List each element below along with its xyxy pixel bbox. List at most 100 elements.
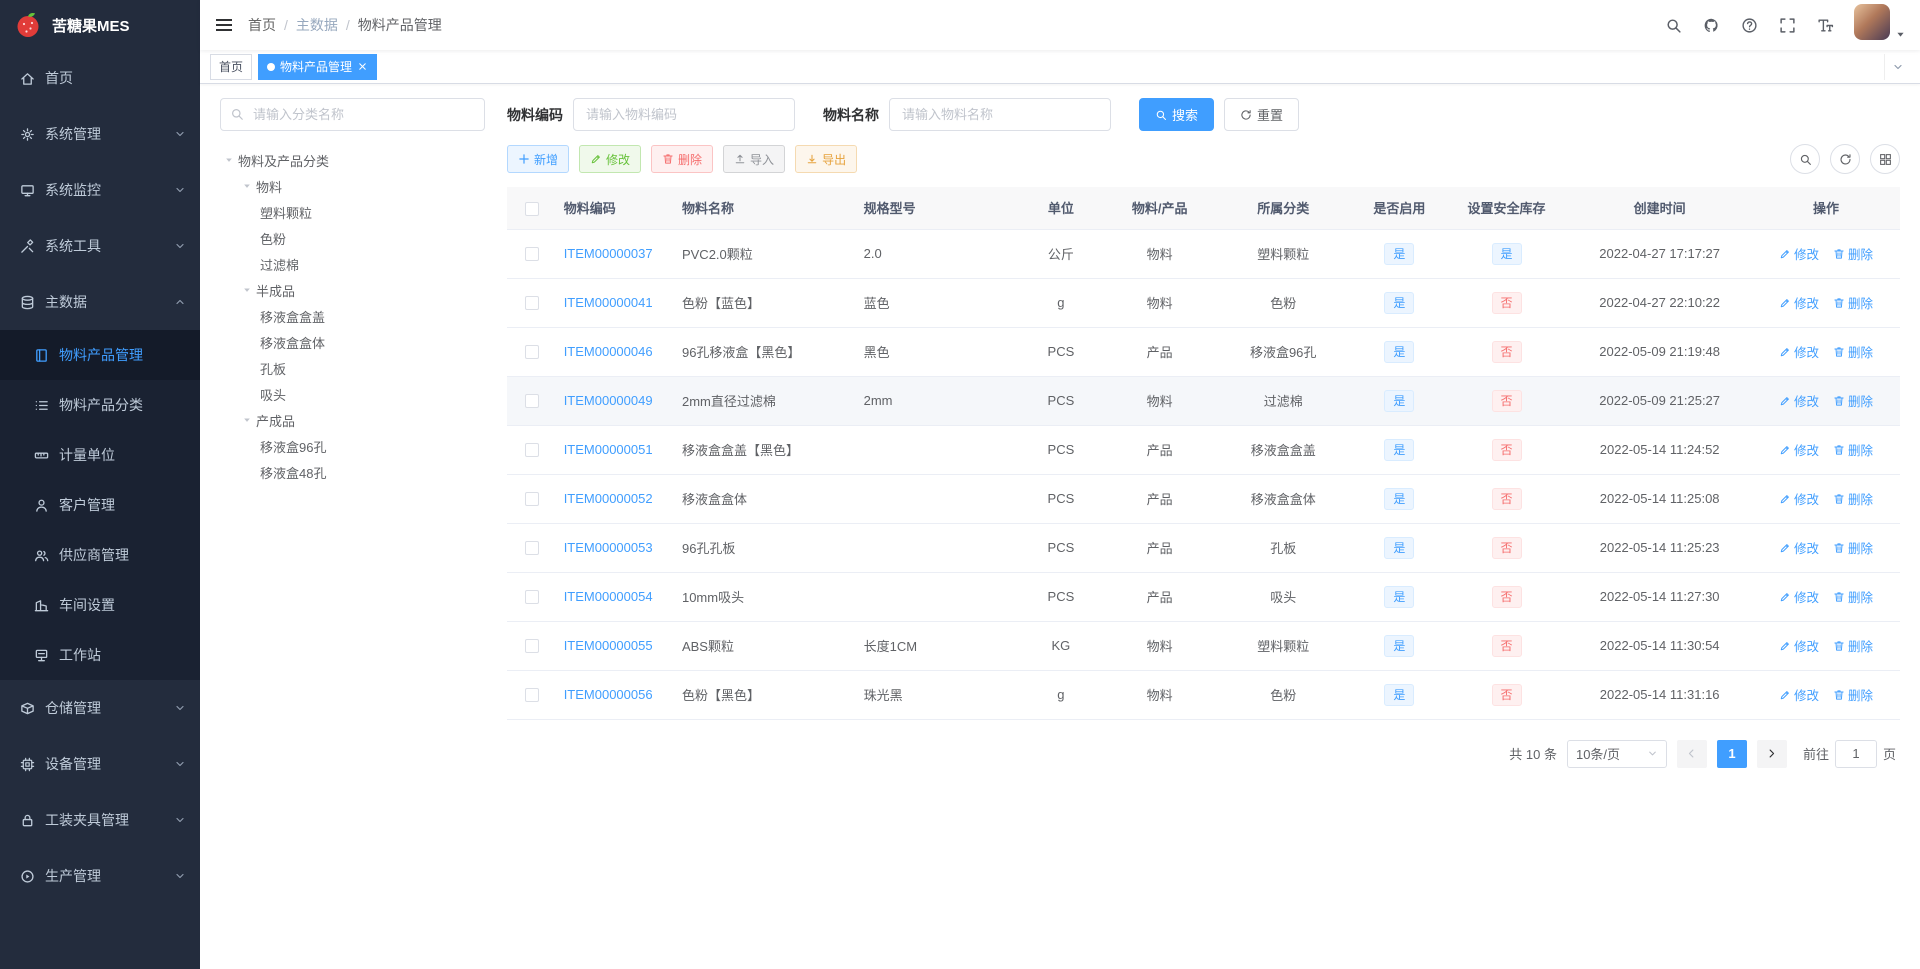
sidebar-item-warehouse[interactable]: 仓储管理: [0, 680, 200, 736]
row-checkbox[interactable]: [525, 443, 540, 458]
row-delete-button[interactable]: 删除: [1833, 342, 1873, 361]
tree-node[interactable]: 移液盒96孔: [220, 433, 485, 459]
sidebar-item-tools[interactable]: 系统工具: [0, 218, 200, 274]
sidebar-item-system[interactable]: 系统管理: [0, 106, 200, 162]
material-code-link[interactable]: ITEM00000052: [564, 491, 653, 506]
row-edit-button[interactable]: 修改: [1779, 636, 1819, 655]
material-code-link[interactable]: ITEM00000053: [564, 540, 653, 555]
row-edit-button[interactable]: 修改: [1779, 587, 1819, 606]
sidebar-item-unit[interactable]: 计量单位: [0, 430, 200, 480]
select-all-checkbox[interactable]: [525, 201, 540, 216]
row-edit-button[interactable]: 修改: [1779, 489, 1819, 508]
tree-expand-toggle[interactable]: [222, 153, 236, 167]
sidebar-item-home[interactable]: 首页: [0, 50, 200, 106]
tree-node[interactable]: 吸头: [220, 381, 485, 407]
tree-expand-toggle[interactable]: [240, 413, 254, 427]
tree-node[interactable]: 塑料颗粒: [220, 199, 485, 225]
row-edit-button[interactable]: 修改: [1779, 244, 1819, 263]
prev-page-button[interactable]: [1676, 739, 1707, 768]
tab-home[interactable]: 首页: [210, 53, 253, 80]
navbar-help-button[interactable]: [1730, 0, 1768, 50]
row-delete-button[interactable]: 删除: [1833, 489, 1873, 508]
sidebar-item-material-product[interactable]: 物料产品管理: [0, 330, 200, 380]
page-size-select[interactable]: 10条/页: [1566, 739, 1667, 768]
row-checkbox[interactable]: [525, 247, 540, 262]
row-delete-button[interactable]: 删除: [1833, 636, 1873, 655]
tree-node[interactable]: 孔板: [220, 355, 485, 381]
material-code-link[interactable]: ITEM00000055: [564, 638, 653, 653]
refresh-button[interactable]: [1830, 144, 1860, 174]
tree-node[interactable]: 物料及产品分类: [220, 147, 485, 173]
page-number-button[interactable]: 1: [1716, 739, 1747, 768]
sidebar-item-workshop[interactable]: 车间设置: [0, 580, 200, 630]
breadcrumb-item[interactable]: 首页: [248, 15, 276, 35]
add-button[interactable]: 新增: [507, 145, 570, 173]
tree-node[interactable]: 物料: [220, 173, 485, 199]
sidebar-item-customer[interactable]: 客户管理: [0, 480, 200, 530]
delete-button[interactable]: 删除: [651, 145, 714, 173]
navbar-github-button[interactable]: [1692, 0, 1730, 50]
sidebar-item-workstation[interactable]: 工作站: [0, 630, 200, 680]
material-name-input[interactable]: [889, 98, 1111, 131]
material-code-link[interactable]: ITEM00000054: [564, 589, 653, 604]
sidebar-item-supplier[interactable]: 供应商管理: [0, 530, 200, 580]
row-delete-button[interactable]: 删除: [1833, 587, 1873, 606]
material-code-link[interactable]: ITEM00000056: [564, 687, 653, 702]
row-edit-button[interactable]: 修改: [1779, 342, 1819, 361]
row-delete-button[interactable]: 删除: [1833, 244, 1873, 263]
tree-node[interactable]: 移液盒48孔: [220, 459, 485, 485]
sidebar-item-material-category[interactable]: 物料产品分类: [0, 380, 200, 430]
sidebar-item-production[interactable]: 生产管理: [0, 848, 200, 904]
import-button[interactable]: 导入: [723, 145, 786, 173]
row-edit-button[interactable]: 修改: [1779, 440, 1819, 459]
reset-button[interactable]: 重置: [1224, 98, 1300, 131]
row-checkbox[interactable]: [525, 394, 540, 409]
row-edit-button[interactable]: 修改: [1779, 391, 1819, 410]
row-delete-button[interactable]: 删除: [1833, 685, 1873, 704]
row-checkbox[interactable]: [525, 541, 540, 556]
row-delete-button[interactable]: 删除: [1833, 391, 1873, 410]
sidebar-item-monitor[interactable]: 系统监控: [0, 162, 200, 218]
row-delete-button[interactable]: 删除: [1833, 293, 1873, 312]
user-menu[interactable]: [1854, 4, 1906, 46]
avatar[interactable]: [1854, 4, 1890, 40]
tree-expand-toggle[interactable]: [240, 283, 254, 297]
material-code-link[interactable]: ITEM00000046: [564, 344, 653, 359]
next-page-button[interactable]: [1756, 739, 1787, 768]
tree-node[interactable]: 色粉: [220, 225, 485, 251]
sidebar-toggle-button[interactable]: [200, 0, 248, 50]
material-code-link[interactable]: ITEM00000051: [564, 442, 653, 457]
tree-node[interactable]: 半成品: [220, 277, 485, 303]
navbar-search-button[interactable]: [1654, 0, 1692, 50]
material-code-link[interactable]: ITEM00000049: [564, 393, 653, 408]
row-checkbox[interactable]: [525, 296, 540, 311]
row-checkbox[interactable]: [525, 639, 540, 654]
row-edit-button[interactable]: 修改: [1779, 293, 1819, 312]
row-checkbox[interactable]: [525, 688, 540, 703]
row-delete-button[interactable]: 删除: [1833, 440, 1873, 459]
row-checkbox[interactable]: [525, 345, 540, 360]
tree-node[interactable]: 过滤棉: [220, 251, 485, 277]
tree-node[interactable]: 移液盒盒体: [220, 329, 485, 355]
material-code-input[interactable]: [573, 98, 795, 131]
edit-button[interactable]: 修改: [579, 145, 642, 173]
tab-material-product[interactable]: 物料产品管理: [258, 53, 378, 80]
row-delete-button[interactable]: 删除: [1833, 538, 1873, 557]
category-search-input[interactable]: [220, 98, 485, 131]
tree-node[interactable]: 产成品: [220, 407, 485, 433]
row-checkbox[interactable]: [525, 492, 540, 507]
export-button[interactable]: 导出: [795, 145, 858, 173]
tabs-dropdown-button[interactable]: [1884, 53, 1910, 80]
app-logo[interactable]: 苦糖果MES: [0, 0, 200, 50]
navbar-font-size-button[interactable]: [1806, 0, 1844, 50]
row-edit-button[interactable]: 修改: [1779, 538, 1819, 557]
row-checkbox[interactable]: [525, 590, 540, 605]
columns-settings-button[interactable]: [1870, 144, 1900, 174]
sidebar-item-equipment[interactable]: 设备管理: [0, 736, 200, 792]
toggle-search-button[interactable]: [1790, 144, 1820, 174]
navbar-fullscreen-button[interactable]: [1768, 0, 1806, 50]
search-button[interactable]: 搜索: [1139, 98, 1215, 131]
tree-expand-toggle[interactable]: [240, 179, 254, 193]
row-edit-button[interactable]: 修改: [1779, 685, 1819, 704]
material-code-link[interactable]: ITEM00000037: [564, 246, 653, 261]
